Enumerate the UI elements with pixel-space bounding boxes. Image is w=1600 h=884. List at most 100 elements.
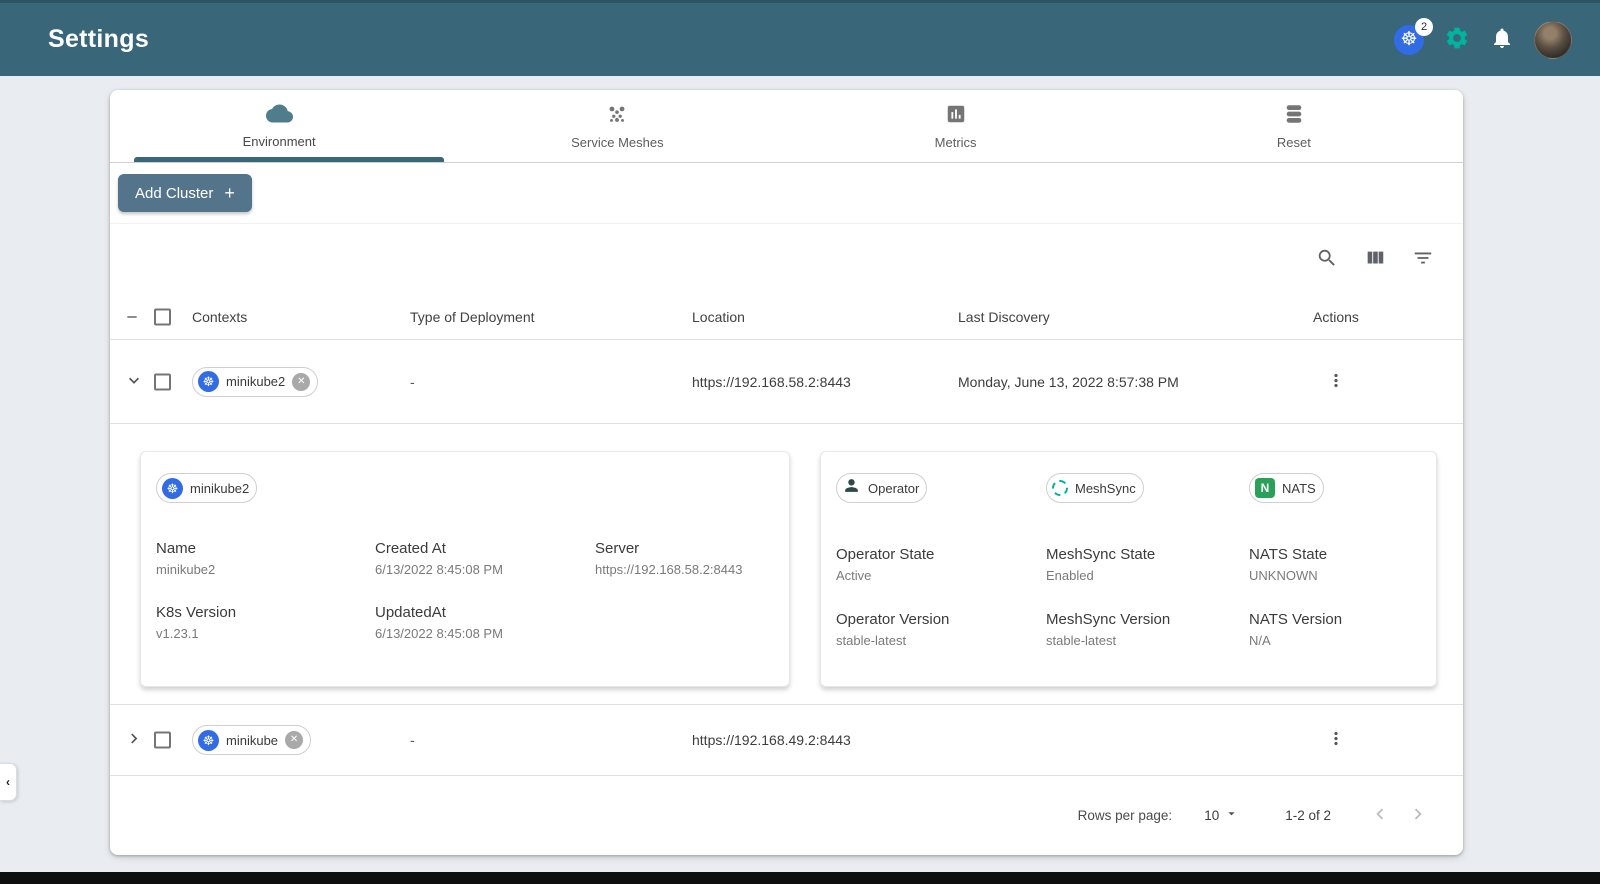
bottom-edge-strip	[0, 872, 1600, 884]
nats-chip[interactable]: N NATS	[1249, 473, 1324, 503]
kubernetes-icon: ☸	[198, 371, 219, 392]
pagination-range: 1-2 of 2	[1285, 807, 1331, 823]
meshsync-chip[interactable]: MeshSync	[1046, 473, 1144, 503]
kubernetes-contexts-button[interactable]: ☸ 2	[1394, 17, 1433, 55]
column-header-location[interactable]: Location	[692, 309, 745, 325]
add-cluster-label: Add Cluster	[135, 184, 214, 202]
view-columns-button[interactable]	[1355, 240, 1395, 280]
column-header-discovery[interactable]: Last Discovery	[958, 309, 1050, 325]
field-value: Active	[836, 568, 872, 583]
collapse-row-button[interactable]	[124, 370, 144, 393]
settings-card: Environment Service Meshes Metrics Reset…	[110, 90, 1463, 855]
row-checkbox[interactable]	[154, 373, 171, 390]
table-header-row: Contexts Type of Deployment Location Las…	[110, 295, 1463, 340]
next-page-button[interactable]	[1399, 796, 1437, 834]
field-label: Operator State	[836, 546, 935, 563]
tab-label: Metrics	[934, 134, 977, 150]
collapse-all-button[interactable]	[124, 309, 140, 325]
field-value: https://192.168.58.2:8443	[595, 562, 743, 577]
kebab-menu-icon	[1326, 373, 1346, 393]
operator-chip[interactable]: Operator	[836, 473, 928, 503]
field-value: Enabled	[1046, 568, 1094, 583]
cluster-chip-label: minikube2	[190, 480, 250, 496]
kubernetes-icon: ☸	[198, 729, 219, 751]
operator-icon	[842, 476, 861, 500]
previous-page-button[interactable]	[1361, 796, 1399, 834]
select-all-checkbox[interactable]	[154, 308, 171, 326]
appbar-icons: ☸ 2	[1394, 17, 1572, 59]
field-value: stable-latest	[836, 633, 907, 648]
field-label: Created At	[375, 540, 446, 557]
field-label: Name	[156, 540, 197, 557]
view-columns-icon	[1364, 247, 1386, 272]
filter-button[interactable]	[1403, 240, 1443, 280]
nats-chip-label: NATS	[1282, 480, 1316, 496]
type-of-deployment-value: -	[410, 732, 415, 748]
tab-label: Reset	[1276, 134, 1311, 150]
sidebar-collapse-button[interactable]: ‹	[0, 763, 17, 801]
gear-icon	[1444, 25, 1470, 54]
field-value: minikube2	[156, 562, 216, 577]
field-value: UNKNOWN	[1249, 568, 1318, 583]
context-chip-label: minikube	[226, 732, 279, 748]
active-tab-indicator	[134, 157, 444, 162]
field-label: MeshSync State	[1046, 546, 1156, 563]
column-header-actions: Actions	[1313, 309, 1359, 325]
field-label: MeshSync Version	[1046, 611, 1171, 628]
context-chip[interactable]: ☸ minikube2 ✕	[192, 366, 319, 397]
add-cluster-button[interactable]: Add Cluster +	[118, 174, 252, 212]
cloud-icon	[265, 103, 293, 127]
caret-down-icon	[1224, 806, 1239, 824]
settings-gear-button[interactable]	[1444, 25, 1470, 54]
filter-icon	[1412, 247, 1434, 272]
delete-context-icon[interactable]: ✕	[292, 372, 311, 391]
expand-row-button[interactable]	[124, 729, 144, 752]
field-value: v1.23.1	[156, 626, 199, 641]
context-chip[interactable]: ☸ minikube ✕	[192, 725, 312, 755]
column-header-contexts[interactable]: Contexts	[192, 309, 247, 325]
location-value: https://192.168.58.2:8443	[692, 373, 851, 390]
operator-details-card: Operator Operator State Active Operator …	[820, 451, 1437, 687]
cluster-chip[interactable]: ☸ minikube2	[156, 473, 258, 503]
row-actions-menu-button[interactable]	[1322, 725, 1350, 756]
search-button[interactable]	[1307, 240, 1347, 280]
field-label: NATS Version	[1249, 611, 1343, 628]
add-cluster-row: Add Cluster +	[110, 163, 1463, 224]
tab-service-meshes[interactable]: Service Meshes	[448, 90, 786, 162]
table-row: ☸ minikube2 ✕ - https://192.168.58.2:844…	[110, 340, 1463, 424]
bell-icon	[1490, 26, 1514, 53]
location-value: https://192.168.49.2:8443	[692, 732, 851, 748]
tab-metrics[interactable]: Metrics	[787, 90, 1125, 162]
row-actions-menu-button[interactable]	[1322, 366, 1350, 397]
tab-environment[interactable]: Environment	[110, 90, 448, 162]
column-header-type[interactable]: Type of Deployment	[410, 309, 535, 325]
field-value: 6/13/2022 8:45:08 PM	[375, 562, 503, 577]
field-label: Operator Version	[836, 611, 950, 628]
tab-label: Service Meshes	[571, 134, 664, 150]
tab-reset[interactable]: Reset	[1125, 90, 1463, 162]
nats-icon: N	[1255, 478, 1275, 498]
field-value: stable-latest	[1046, 633, 1117, 648]
row-checkbox[interactable]	[154, 731, 171, 749]
context-count-badge: 2	[1415, 17, 1433, 36]
settings-tabs: Environment Service Meshes Metrics Reset	[110, 90, 1463, 163]
table-row: ☸ minikube ✕ - https://192.168.49.2:8443	[110, 705, 1463, 776]
user-avatar[interactable]	[1534, 20, 1572, 59]
meshsync-chip-label: MeshSync	[1075, 480, 1136, 496]
chevron-right-icon	[124, 729, 144, 752]
delete-context-icon[interactable]: ✕	[285, 731, 304, 749]
search-icon	[1316, 247, 1338, 272]
table-footer: Rows per page: 10 1-2 of 2	[110, 776, 1463, 854]
rows-per-page-select[interactable]: 10	[1198, 805, 1245, 825]
chevron-right-icon	[1407, 803, 1429, 828]
table-toolbar	[110, 224, 1463, 295]
field-value: N/A	[1249, 633, 1271, 648]
rows-per-page-label: Rows per page:	[1077, 807, 1173, 823]
notifications-button[interactable]	[1490, 26, 1514, 53]
expanded-row-panel: ☸ minikube2 Name minikube2 Created At 6/…	[110, 424, 1463, 705]
context-chip-label: minikube2	[226, 374, 286, 389]
chevron-down-icon	[124, 370, 144, 393]
kubernetes-icon: ☸	[162, 477, 183, 499]
chevron-left-icon	[1369, 803, 1391, 828]
rows-per-page-value: 10	[1204, 807, 1220, 823]
